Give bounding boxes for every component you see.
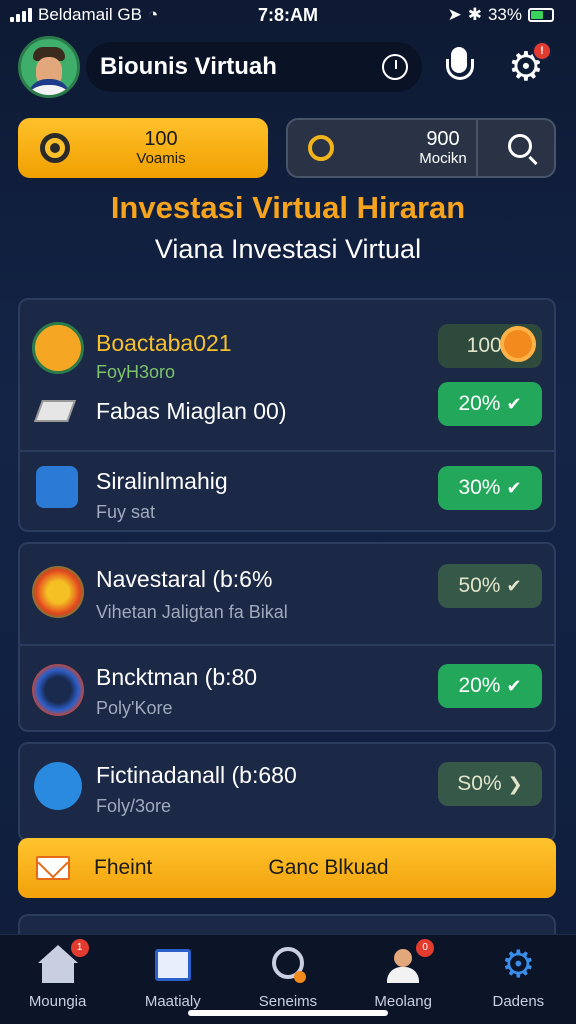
notification-badge: ! [532, 41, 552, 61]
bluetooth-icon: ✱ [467, 5, 482, 24]
item-name: Navestaral (b:6% [96, 566, 273, 592]
calendar-icon [36, 466, 78, 508]
list-item[interactable]: Siralinlmahig Fuy sat 30% ✔ [20, 452, 554, 532]
nav-label: Seneims [258, 993, 318, 1010]
check-icon: ✔ [506, 477, 522, 498]
spiral-icon [32, 566, 84, 618]
check-icon: ✔ [506, 575, 522, 596]
banner-left-label: Fheint [94, 856, 153, 879]
clock-icon[interactable] [382, 54, 408, 80]
item-subtitle: Poly'Kore [96, 698, 173, 718]
stat-card-secondary[interactable]: 900 Mocikn [286, 118, 556, 178]
app-title: Biounis Virtuah [100, 53, 277, 80]
check-icon: ✔ [506, 393, 522, 414]
carrier-label: Beldamail GB [38, 5, 142, 24]
microphone-icon[interactable] [444, 45, 474, 89]
stat-card-primary[interactable]: 100 Voamis [18, 118, 268, 178]
badge-value: 20% [458, 674, 501, 697]
newspaper-icon [153, 945, 193, 985]
nav-item-news[interactable]: Maatialy [118, 945, 228, 1010]
item-subtitle: Vihetan Jaligtan fa Bikal [96, 602, 288, 622]
list-item[interactable]: Bncktman (b:80 Poly'Kore 20% ✔ [20, 646, 554, 732]
item-name: Fabas Miaglan 00) [96, 398, 287, 424]
promo-banner[interactable]: Fheint Ganc Blkuad [18, 838, 556, 898]
cash-icon [33, 400, 77, 422]
search-icon [268, 945, 308, 985]
battery-percent: 33% [487, 5, 522, 24]
item-name: Boactaba021 [96, 330, 232, 356]
shield-icon [32, 664, 84, 716]
app-header: Biounis Virtuah ⚙ ! [18, 34, 560, 100]
battery-icon [528, 8, 554, 22]
nav-item-search[interactable]: Seneims [233, 945, 343, 1010]
coin-icon [308, 135, 334, 161]
profile-avatar[interactable] [18, 36, 80, 98]
chevron-icon: ❯ [507, 773, 523, 794]
item-badge[interactable]: 20% ✔ [438, 664, 542, 708]
check-icon: ✔ [506, 675, 522, 696]
nav-item-profile[interactable]: 0 Meolang [348, 939, 458, 1010]
item-badge[interactable]: 50% ✔ [438, 564, 542, 608]
list-item[interactable]: Boactaba021 FoyH3oro 1003 Fabas Miaglan … [20, 300, 554, 450]
item-name: Fictinadanall (b:680 [96, 762, 297, 788]
investment-panel: Boactaba021 FoyH3oro 1003 Fabas Miaglan … [18, 298, 556, 532]
home-indicator[interactable] [188, 1010, 388, 1016]
item-badge[interactable]: 30% ✔ [438, 466, 542, 510]
page-subtitle: Viana Investasi Virtual [154, 234, 422, 264]
badge-value: 50% [458, 574, 501, 597]
divider [476, 120, 478, 176]
lollipop-icon [500, 326, 536, 362]
nav-item-home[interactable]: 1 Moungia [3, 939, 113, 1010]
item-subtitle: FoyH3oro [96, 362, 176, 382]
settings-button[interactable]: ⚙ ! [508, 41, 552, 87]
briefcase-icon [34, 762, 82, 810]
item-badge[interactable]: 20% ✔ [438, 382, 542, 426]
stats-row: 100 Voamis 900 Mocikn [18, 118, 558, 180]
item-subtitle: Foly/3ore [96, 796, 172, 816]
banner-right-label: Ganc Blkuad [268, 856, 389, 879]
cog-icon: ⚙ [501, 944, 536, 986]
stat-value: 900 [426, 128, 460, 150]
target-icon [40, 133, 70, 163]
nav-item-settings[interactable]: ⚙ Dadens [463, 945, 573, 1010]
item-subtitle: Fuy sat [96, 502, 156, 522]
nav-label: Maatialy [144, 993, 201, 1010]
title-bar[interactable]: Biounis Virtuah [86, 42, 422, 92]
stat-value: 100 [144, 128, 178, 150]
investment-panel: Navestaral (b:6% Vihetan Jaligtan fa Bik… [18, 542, 556, 732]
item-badge[interactable]: S0% ❯ [438, 762, 542, 806]
list-item[interactable]: Fictinadanall (b:680 Foly/3ore S0% ❯ [20, 744, 554, 844]
nav-label: Dadens [492, 993, 545, 1010]
investment-panel: Fictinadanall (b:680 Foly/3ore S0% ❯ [18, 742, 556, 842]
item-name: Siralinlmahig [96, 468, 228, 494]
badge-value: 30% [458, 476, 501, 499]
nav-label: Moungia [28, 993, 87, 1010]
status-bar: Beldamail GB ◔ 7:8:AM ➤ ✱ 33% [0, 0, 576, 30]
stat-label: Voamis [136, 150, 186, 167]
nav-label: Meolang [374, 993, 432, 1010]
location-icon: ➤ [447, 5, 462, 24]
search-icon[interactable] [508, 134, 532, 158]
avatar [32, 322, 84, 374]
stat-label: Mocikn [419, 150, 467, 167]
nav-badge: 0 [416, 939, 435, 957]
nav-badge: 1 [70, 939, 89, 957]
badge-value: S0% [457, 772, 502, 795]
page-title: Investasi Virtual Hiraran [110, 190, 466, 225]
mail-icon [36, 856, 70, 880]
wifi-icon: ◔ [147, 5, 159, 24]
badge-value: 20% [458, 392, 501, 415]
list-item[interactable]: Navestaral (b:6% Vihetan Jaligtan fa Bik… [20, 544, 554, 644]
signal-icon [10, 8, 32, 22]
item-name: Bncktman (b:80 [96, 664, 258, 690]
bottom-navigation: 1 Moungia Maatialy Seneims 0 Meolang ⚙ D… [0, 934, 576, 1024]
